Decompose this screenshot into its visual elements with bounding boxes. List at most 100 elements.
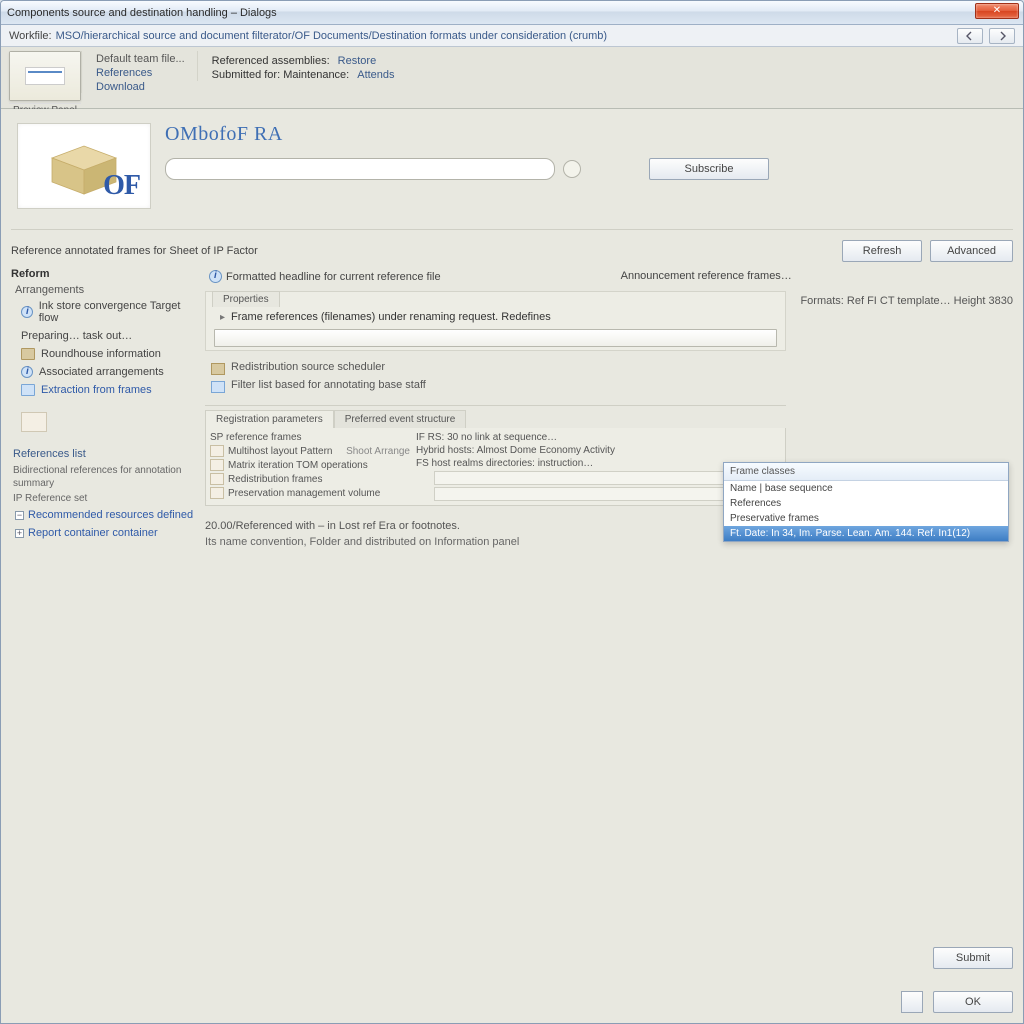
grid-left-4[interactable]: Preservation management volume	[210, 487, 410, 499]
ribbon-attr-row-2: Submitted for: Maintenance: Attends	[212, 69, 395, 81]
logo-text: OF	[103, 170, 140, 202]
package-logo: OF	[17, 123, 151, 209]
detail-row-1[interactable]: Redistribution source scheduler	[205, 359, 786, 377]
property-line-1: ▸ Frame references (filenames) under ren…	[206, 308, 785, 326]
tab-registration[interactable]: Registration parameters	[205, 410, 334, 428]
section-bar: Reference annotated frames for Sheet of …	[11, 240, 1013, 262]
refresh-button[interactable]: Refresh	[842, 240, 922, 262]
folder-icon	[211, 363, 225, 375]
nav-item-5[interactable]: Extraction from frames	[11, 382, 199, 398]
divider	[205, 405, 786, 406]
ok-button[interactable]: OK	[933, 991, 1013, 1013]
ribbon-attr-2-label: Submitted for: Maintenance:	[212, 69, 350, 81]
section-title: Reference annotated frames for Sheet of …	[11, 245, 834, 257]
list-icon	[210, 487, 224, 499]
minus-icon: −	[15, 511, 24, 520]
ribbon: Preview Panel Default team file... Refer…	[1, 47, 1023, 109]
nav-expander-2[interactable]: +Report container container	[11, 525, 199, 541]
side-nav: Reform Arrangements Ink store convergenc…	[11, 266, 199, 548]
doc-icon	[211, 381, 225, 393]
dropdown-popup: Frame classes Name | base sequence Refer…	[723, 462, 1009, 542]
property-line-2	[206, 326, 785, 350]
property-field-group: Properties ▸ Frame references (filenames…	[205, 291, 786, 351]
property-value-input[interactable]	[214, 329, 777, 347]
info-icon	[21, 366, 33, 378]
subscribe-button[interactable]: Subscribe	[649, 158, 769, 180]
nav-item-4[interactable]: Associated arrangements	[11, 364, 199, 380]
plus-icon: +	[15, 529, 24, 538]
breadcrumb-bar: Workfile: MSO/hierarchical source and do…	[1, 25, 1023, 47]
titlebar: Components source and destination handli…	[1, 1, 1023, 25]
window-close-button[interactable]: ✕	[975, 3, 1019, 19]
nav-expander-1[interactable]: −Recommended resources defined	[11, 507, 199, 523]
chevron-right-icon: ▸	[214, 312, 225, 323]
window-title: Components source and destination handli…	[7, 7, 277, 19]
list-icon	[210, 445, 224, 457]
ribbon-attr-1-link[interactable]: Restore	[338, 55, 377, 67]
grid-left-sub: Shoot Arrange	[346, 446, 410, 457]
nav-group-desc-1: Bidirectional references for annotation …	[11, 464, 199, 490]
breadcrumb-actions	[957, 28, 1015, 44]
popup-item-0[interactable]: Name | base sequence	[724, 481, 1008, 496]
nav-placeholder-icon	[21, 412, 47, 432]
annotation-right: Announcement reference frames…	[621, 270, 792, 283]
ribbon-link-download[interactable]: Download	[96, 81, 185, 93]
popup-item-1[interactable]: References	[724, 496, 1008, 511]
info-icon	[21, 306, 33, 318]
popup-item-selected[interactable]: Ft. Date: In 34, Im. Parse. Lean. Am. 14…	[724, 526, 1008, 541]
ribbon-group-2: Referenced assemblies: Restore Submitted…	[197, 51, 407, 81]
grid-left-0[interactable]: SP reference frames	[210, 432, 410, 443]
search-row: Subscribe	[165, 158, 1009, 180]
breadcrumb-label: Workfile:	[9, 30, 52, 42]
ribbon-attr-row-1: Referenced assemblies: Restore	[212, 55, 395, 67]
annotation-left: Formatted headline for current reference…	[209, 270, 441, 283]
nav-back-button[interactable]	[957, 28, 983, 44]
main-panel: Formatted headline for current reference…	[205, 266, 1013, 548]
page-title: OMbofoF RA	[165, 123, 1009, 146]
work-area: Reform Arrangements Ink store convergenc…	[11, 266, 1013, 548]
detail-grid: SP reference frames Multihost layout Pat…	[205, 428, 786, 506]
popup-item-2[interactable]: Preservative frames	[724, 511, 1008, 526]
nav-group-title: References list	[11, 446, 199, 462]
app-window: Components source and destination handli…	[0, 0, 1024, 1024]
advanced-button[interactable]: Advanced	[930, 240, 1013, 262]
grid-mid-0: IF RS: 30 no link at sequence…	[416, 432, 781, 443]
nav-fwd-button[interactable]	[989, 28, 1015, 44]
nav-group-desc-2: IP Reference set	[11, 492, 199, 505]
tab-preferred[interactable]: Preferred event structure	[334, 410, 467, 428]
annotation-row: Formatted headline for current reference…	[205, 266, 1013, 291]
ribbon-attr-1-label: Referenced assemblies:	[212, 55, 330, 67]
nav-sub: Arrangements	[11, 284, 199, 296]
list-icon	[210, 459, 224, 471]
content-area: OF OMbofoF RA Subscribe Reference annota…	[1, 109, 1023, 1023]
hero: OF OMbofoF RA Subscribe	[11, 117, 1013, 230]
nav-item-2[interactable]: Preparing… task out…	[11, 328, 199, 344]
popup-header: Frame classes	[724, 463, 1008, 481]
grid-left-2[interactable]: Matrix iteration TOM operations	[210, 459, 410, 471]
grid-mid-1: Hybrid hosts: Almost Dome Economy Activi…	[416, 445, 781, 456]
nav-item-3[interactable]: Roundhouse information	[11, 346, 199, 362]
nav-item-1[interactable]: Ink store convergence Target flow	[11, 298, 199, 326]
nav-heading: Reform	[11, 266, 199, 282]
submit-button[interactable]: Submit	[933, 947, 1013, 969]
folder-icon	[21, 348, 35, 360]
grid-left-1[interactable]: Multihost layout PatternShoot Arrange	[210, 445, 410, 457]
ribbon-group-1: Default team file... References Download	[81, 51, 197, 93]
ribbon-link-references[interactable]: References	[96, 67, 185, 79]
preview-thumbnail[interactable]	[9, 51, 81, 101]
footer: Submit OK	[11, 937, 1013, 1013]
detail-row-2[interactable]: Filter list based for annotating base st…	[205, 377, 786, 395]
hero-right: OMbofoF RA Subscribe	[165, 123, 1009, 180]
list-icon	[210, 473, 224, 485]
grid-left-3[interactable]: Redistribution frames	[210, 473, 410, 485]
breadcrumb-path: MSO/hierarchical source and document fil…	[56, 30, 607, 42]
property-line-1-text: Frame references (filenames) under renam…	[231, 311, 551, 323]
detail-tabs: Registration parameters Preferred event …	[205, 410, 786, 428]
info-icon	[209, 270, 222, 283]
property-tab[interactable]: Properties	[212, 291, 280, 307]
footer-icon-button[interactable]	[901, 991, 923, 1013]
search-go-icon[interactable]	[563, 160, 581, 178]
ribbon-head-1: Default team file...	[96, 53, 185, 65]
ribbon-attr-2-link[interactable]: Attends	[357, 69, 394, 81]
search-input[interactable]	[165, 158, 555, 180]
